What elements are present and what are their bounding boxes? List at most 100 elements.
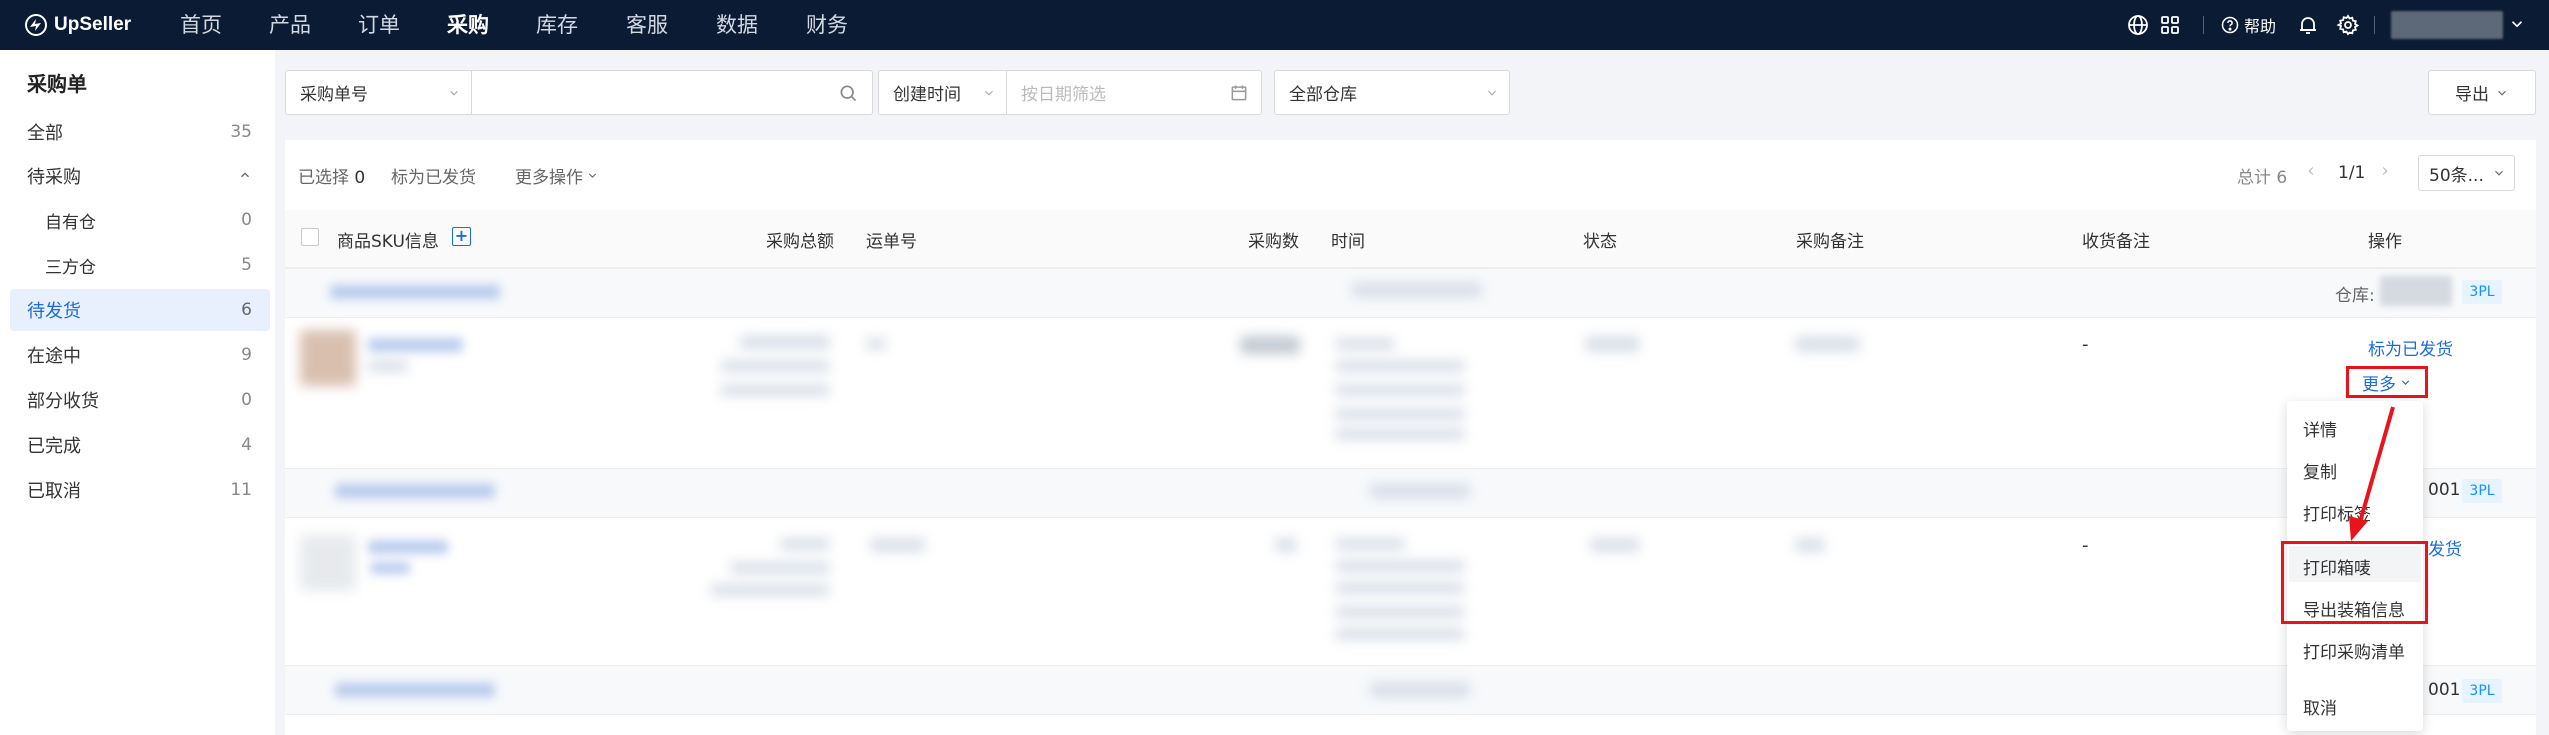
menu-item-print-label[interactable]: 打印标签 xyxy=(2303,500,2371,525)
mark-shipped-bulk-button[interactable]: 标为已发货 xyxy=(391,163,476,188)
sidebar-item-count: 11 xyxy=(230,480,252,500)
sidebar-item-in-transit[interactable]: 在途中 9 xyxy=(10,334,270,376)
highlight-box xyxy=(2281,541,2428,624)
order-number[interactable] xyxy=(335,484,495,498)
sidebar-item-count: 0 xyxy=(241,390,252,410)
product-image xyxy=(300,330,356,386)
sidebar-item-third-party-warehouse[interactable]: 三方仓 5 xyxy=(10,244,270,286)
order-number[interactable] xyxy=(335,683,495,697)
nav-data[interactable]: 数据 xyxy=(716,12,758,38)
divider xyxy=(2374,16,2375,34)
sidebar-item-all[interactable]: 全部 35 xyxy=(10,111,270,153)
upseller-logo[interactable]: UpSeller xyxy=(24,12,131,38)
sidebar-item-label: 已完成 xyxy=(27,436,81,457)
sidebar-item-label: 自有仓 xyxy=(45,212,96,233)
sku-link[interactable] xyxy=(368,338,463,352)
column-header-time: 时间 xyxy=(1331,232,1365,252)
help-label: 帮助 xyxy=(2244,17,2277,36)
apps-grid-icon[interactable] xyxy=(2158,13,2182,37)
mark-shipped-link-fragment[interactable]: 发货 xyxy=(2428,535,2462,560)
more-operations-label: 更多操作 xyxy=(515,168,583,188)
expand-plus-icon[interactable]: + xyxy=(452,227,471,246)
column-header-quantity: 采购数 xyxy=(1248,232,1299,252)
more-operations-button[interactable]: 更多操作 xyxy=(515,163,599,188)
date-range-input[interactable]: 按日期筛选 xyxy=(1007,71,1261,114)
time-value xyxy=(1335,384,1465,396)
nav-inventory[interactable]: 库存 xyxy=(536,12,578,38)
purchase-total xyxy=(780,538,830,550)
sidebar: 采购单 全部 35 待采购 自有仓 0 三方仓 5 待发货 6 在途中 9 部分收货 0 已… xyxy=(0,50,275,735)
selected-label: 已选择 xyxy=(298,168,349,188)
sidebar-item-cancelled[interactable]: 已取消 11 xyxy=(10,469,270,511)
chevron-down-icon xyxy=(1488,90,1496,96)
date-placeholder: 按日期筛选 xyxy=(1021,85,1106,105)
select-all-checkbox[interactable] xyxy=(301,228,319,246)
search-icon[interactable] xyxy=(838,83,858,103)
sidebar-item-pending-shipment[interactable]: 待发货 6 xyxy=(10,289,270,331)
nav-purchase[interactable]: 采购 xyxy=(447,12,489,38)
date-type-value: 创建时间 xyxy=(893,85,961,105)
order-number[interactable] xyxy=(330,285,500,299)
search-type-value: 采购单号 xyxy=(300,85,368,105)
sidebar-item-own-warehouse[interactable]: 自有仓 0 xyxy=(10,199,270,241)
sidebar-item-completed[interactable]: 已完成 4 xyxy=(10,424,270,466)
prev-page-icon[interactable] xyxy=(2304,163,2318,183)
menu-item-cancel[interactable]: 取消 xyxy=(2303,694,2337,719)
warehouse-name xyxy=(2380,276,2452,306)
sidebar-item-count: 9 xyxy=(241,345,252,365)
purchase-note-value xyxy=(1795,538,1825,552)
tracking-number xyxy=(866,338,886,350)
receive-note-value: - xyxy=(2082,334,2089,355)
warehouse-select[interactable]: 全部仓库 xyxy=(1274,70,1510,115)
page-size-select[interactable]: 50条... xyxy=(2418,155,2515,191)
warehouse-select-inner: 全部仓库 xyxy=(1275,71,1509,114)
sidebar-item-label: 待发货 xyxy=(27,301,81,322)
purchase-total-detail xyxy=(710,584,830,596)
bell-icon[interactable] xyxy=(2296,13,2320,37)
sidebar-item-label: 全部 xyxy=(27,123,63,144)
time-value xyxy=(1335,408,1465,420)
sidebar-item-count: 0 xyxy=(241,210,252,230)
menu-item-details[interactable]: 详情 xyxy=(2303,416,2337,441)
time-value xyxy=(1335,360,1465,372)
warehouse-label: 仓库: xyxy=(2335,286,2375,306)
more-actions-button[interactable]: 更多 xyxy=(2346,366,2428,398)
purchase-total-detail xyxy=(720,360,830,372)
purchase-total xyxy=(740,335,830,349)
warehouse-code-fragment: 001 xyxy=(2428,680,2461,700)
menu-item-print-purchase-list[interactable]: 打印采购清单 xyxy=(2303,638,2405,663)
search-group: 采购单号 xyxy=(285,70,873,115)
sidebar-item-count: 6 xyxy=(241,300,252,320)
search-type-select[interactable]: 采购单号 xyxy=(286,71,472,114)
sidebar-item-label: 在途中 xyxy=(27,346,81,367)
gear-icon[interactable] xyxy=(2336,13,2360,37)
globe-icon[interactable] xyxy=(2126,13,2150,37)
sidebar-item-label: 已取消 xyxy=(27,481,81,502)
sku-link[interactable] xyxy=(368,540,448,554)
search-input[interactable] xyxy=(472,71,872,114)
more-actions-label: 更多 xyxy=(2362,374,2396,395)
sidebar-item-pending-purchase[interactable]: 待采购 xyxy=(10,155,270,197)
export-button[interactable]: 导出 xyxy=(2428,70,2536,115)
table-header xyxy=(285,210,2536,268)
date-type-select[interactable]: 创建时间 xyxy=(879,71,1007,114)
account-avatar[interactable] xyxy=(2391,11,2503,39)
mark-shipped-link[interactable]: 标为已发货 xyxy=(2368,335,2453,360)
tag-3pl: 3PL xyxy=(2462,280,2502,304)
nav-orders[interactable]: 订单 xyxy=(358,12,400,38)
receive-note-value: - xyxy=(2082,535,2089,556)
menu-item-copy[interactable]: 复制 xyxy=(2303,458,2337,483)
nav-customer-service[interactable]: 客服 xyxy=(626,12,668,38)
column-header-receive-note: 收货备注 xyxy=(2082,232,2150,252)
time-value xyxy=(1335,560,1465,572)
next-page-icon[interactable] xyxy=(2378,163,2392,183)
chevron-up-icon xyxy=(238,166,252,187)
chevron-down-icon xyxy=(2401,379,2410,385)
page-indicator: 1/1 xyxy=(2338,163,2366,183)
chevron-down-icon[interactable] xyxy=(2508,15,2526,33)
nav-home[interactable]: 首页 xyxy=(180,12,222,38)
nav-products[interactable]: 产品 xyxy=(269,12,311,38)
nav-finance[interactable]: 财务 xyxy=(806,12,848,38)
sidebar-item-partial-received[interactable]: 部分收货 0 xyxy=(10,379,270,421)
help-button[interactable]: 帮助 xyxy=(2220,13,2276,37)
